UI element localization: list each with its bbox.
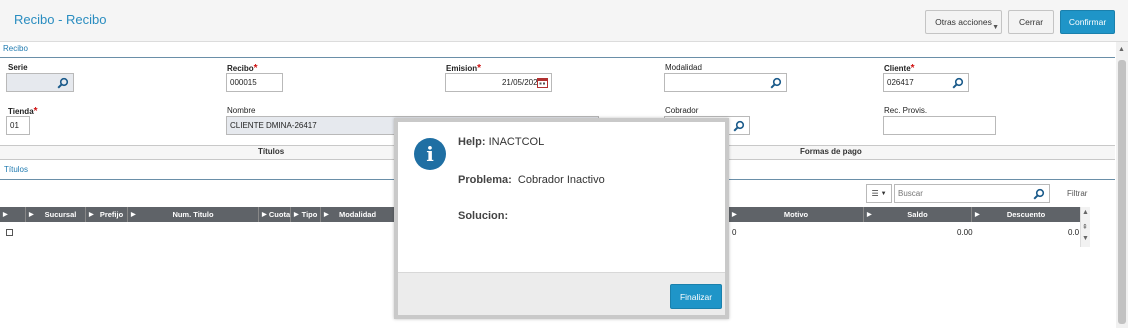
column-header-tipo[interactable]: ▶ Tipo bbox=[291, 207, 321, 222]
section-title-titulos: Títulos bbox=[4, 165, 29, 174]
row-checkbox[interactable] bbox=[6, 229, 13, 236]
solucion-label: Solucion: bbox=[458, 210, 509, 222]
help-label: Help: bbox=[458, 136, 486, 148]
column-header-cuota[interactable]: ▶ Cuota bbox=[259, 207, 291, 222]
rec-provis-label: Rec. Provis. bbox=[884, 106, 928, 115]
solucion-row: Solucion: bbox=[458, 210, 508, 222]
sort-icon: ▶ bbox=[324, 212, 329, 218]
recibo-value: 000015 bbox=[230, 78, 257, 87]
search-box bbox=[894, 184, 1050, 203]
problema-row: Problema: Cobrador Inactivo bbox=[458, 174, 605, 186]
required-marker: * bbox=[33, 106, 38, 117]
modalidad-label: Modalidad bbox=[665, 63, 702, 72]
problema-label: Problema: bbox=[458, 174, 512, 186]
column-header-descuento[interactable]: ▶ Descuento bbox=[972, 207, 1080, 222]
tienda-field[interactable]: 01 bbox=[6, 116, 30, 135]
column-header-label: Modalidad bbox=[338, 210, 377, 219]
tienda-value: 01 bbox=[10, 121, 19, 130]
column-header-label: Num. Titulo bbox=[172, 210, 214, 219]
column-header-label: Sucursal bbox=[44, 210, 77, 219]
chevron-down-icon: ▼ bbox=[992, 24, 999, 31]
emision-field[interactable]: 21/05/2025 bbox=[445, 73, 552, 92]
page-scrollbar[interactable]: ▲ bbox=[1116, 42, 1128, 328]
recibo-label-text: Recibo bbox=[227, 64, 254, 73]
column-header-label: Cuota bbox=[268, 210, 291, 219]
sort-icon: ▶ bbox=[975, 212, 980, 218]
sort-icon: ▶ bbox=[867, 212, 872, 218]
dialog-body: i Help: INACTCOL Problema: Cobrador Inac… bbox=[398, 122, 725, 272]
emision-value: 21/05/2025 bbox=[501, 78, 542, 87]
info-icon: i bbox=[414, 138, 446, 170]
cell-motivo: 0 bbox=[732, 228, 737, 237]
finalizar-button[interactable]: Finalizar bbox=[670, 284, 722, 309]
column-selector-button[interactable]: ☰ ▼ bbox=[866, 184, 892, 203]
sort-icon: ▶ bbox=[262, 212, 267, 218]
column-header-prefijo[interactable]: ▶ Prefijo bbox=[86, 207, 128, 222]
grid-select-all[interactable]: ▶ bbox=[0, 207, 26, 222]
column-header-modalidad[interactable]: ▶ Modalidad bbox=[321, 207, 394, 222]
modalidad-field[interactable] bbox=[664, 73, 787, 92]
tab-titulos[interactable]: Títulos bbox=[258, 147, 284, 156]
cliente-label-text: Cliente bbox=[884, 64, 911, 73]
cobrador-label: Cobrador bbox=[665, 106, 699, 115]
columns-icon: ☰ bbox=[871, 189, 879, 198]
chevron-down-icon: ▼ bbox=[880, 190, 887, 197]
grid-scrollbar[interactable]: ▲ ⇞ ▼ bbox=[1080, 207, 1090, 247]
column-header-label: Descuento bbox=[1006, 210, 1046, 219]
filtrar-link[interactable]: Filtrar bbox=[1067, 189, 1087, 198]
column-header-motivo[interactable]: ▶ Motivo bbox=[729, 207, 864, 222]
tab-formas-de-pago[interactable]: Formas de pago bbox=[800, 147, 862, 156]
tienda-label-text: Tienda bbox=[8, 107, 34, 116]
column-header-label: Saldo bbox=[907, 210, 928, 219]
scroll-top-icon[interactable]: ⇞ bbox=[1082, 223, 1088, 231]
search-icon[interactable] bbox=[733, 120, 745, 132]
help-dialog: i Help: INACTCOL Problema: Cobrador Inac… bbox=[394, 118, 729, 319]
column-header-saldo[interactable]: ▶ Saldo bbox=[864, 207, 972, 222]
sort-icon: ▶ bbox=[89, 212, 94, 218]
serie-field[interactable] bbox=[6, 73, 74, 92]
emision-label-text: Emision bbox=[446, 64, 478, 73]
sort-icon: ▶ bbox=[294, 212, 299, 218]
column-header-label: Motivo bbox=[783, 210, 809, 219]
scroll-up-icon[interactable]: ▲ bbox=[1118, 46, 1125, 53]
section-title-recibo: Recibo bbox=[3, 44, 28, 53]
otras-acciones-label: Otras acciones bbox=[935, 17, 992, 27]
search-icon[interactable] bbox=[1033, 188, 1045, 200]
cliente-field[interactable]: 026417 bbox=[883, 73, 969, 92]
search-icon[interactable] bbox=[770, 77, 782, 89]
scrollbar-thumb[interactable] bbox=[1118, 60, 1126, 324]
help-value: INACTCOL bbox=[488, 136, 545, 148]
sort-icon: ▶ bbox=[732, 212, 737, 218]
page-title: Recibo - Recibo bbox=[14, 12, 107, 27]
confirmar-button[interactable]: Confirmar bbox=[1060, 10, 1115, 34]
sort-icon: ▶ bbox=[131, 212, 136, 218]
section-divider bbox=[0, 57, 1115, 58]
column-header-sucursal[interactable]: ▶ Sucursal bbox=[26, 207, 86, 222]
help-row: Help: INACTCOL bbox=[458, 136, 544, 148]
cerrar-button[interactable]: Cerrar bbox=[1008, 10, 1054, 34]
calendar-icon[interactable] bbox=[537, 77, 548, 88]
recibo-field[interactable]: 000015 bbox=[226, 73, 283, 92]
cell-saldo: 0.00 bbox=[957, 228, 973, 237]
search-input[interactable] bbox=[898, 189, 1028, 198]
sort-icon: ▶ bbox=[29, 212, 34, 218]
column-header-num-titulo[interactable]: ▶ Num. Titulo bbox=[128, 207, 259, 222]
serie-label: Serie bbox=[8, 63, 28, 72]
column-header-label: Prefijo bbox=[99, 210, 124, 219]
problema-value: Cobrador Inactivo bbox=[517, 174, 605, 186]
top-bar: Recibo - Recibo Otras acciones ▼ Cerrar … bbox=[0, 0, 1128, 42]
otras-acciones-button[interactable]: Otras acciones ▼ bbox=[925, 10, 1002, 34]
nombre-label: Nombre bbox=[227, 106, 256, 115]
scroll-up-icon[interactable]: ▲ bbox=[1082, 209, 1089, 216]
search-icon[interactable] bbox=[57, 77, 69, 89]
rec-provis-field[interactable] bbox=[883, 116, 996, 135]
scroll-down-icon[interactable]: ▼ bbox=[1082, 235, 1089, 242]
column-header-label: Tipo bbox=[301, 210, 318, 219]
cell-descuento: 0.0 bbox=[1068, 228, 1080, 237]
search-icon[interactable] bbox=[952, 77, 964, 89]
